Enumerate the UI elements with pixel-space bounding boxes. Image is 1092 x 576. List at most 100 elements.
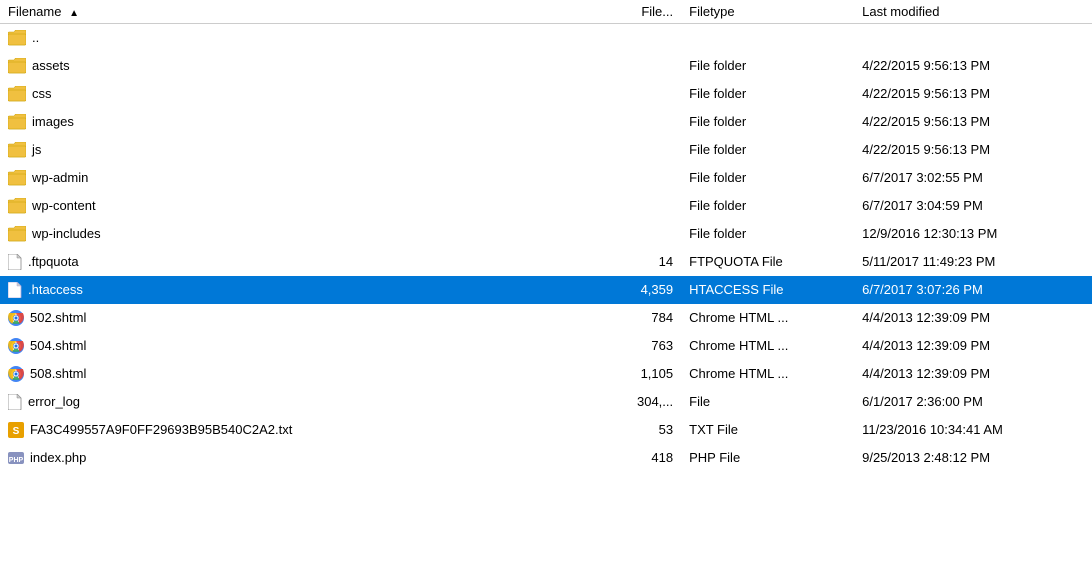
file-modified-cell: 5/11/2017 11:49:23 PM <box>854 248 1092 276</box>
file-type-cell: File folder <box>681 52 854 80</box>
col-header-size[interactable]: File... <box>605 0 681 24</box>
file-type-cell <box>681 24 854 52</box>
file-size-cell <box>605 52 681 80</box>
file-size-cell <box>605 192 681 220</box>
folder-icon <box>8 226 26 242</box>
table-row[interactable]: .. <box>0 24 1092 52</box>
folder-icon <box>8 142 26 158</box>
file-name-cell: css <box>0 80 605 108</box>
file-size-cell <box>605 24 681 52</box>
file-size-cell <box>605 108 681 136</box>
table-row[interactable]: js File folder4/22/2015 9:56:13 PM <box>0 136 1092 164</box>
htaccess-icon <box>8 282 22 298</box>
file-name-cell: .. <box>0 24 605 52</box>
file-modified-cell: 4/4/2013 12:39:09 PM <box>854 332 1092 360</box>
folder-icon <box>8 170 26 186</box>
table-row[interactable]: 502.shtml784Chrome HTML ...4/4/2013 12:3… <box>0 304 1092 332</box>
table-row[interactable]: 504.shtml 763Chrome HTML ...4/4/2013 12:3… <box>0 332 1092 360</box>
file-name-text: wp-includes <box>32 226 101 241</box>
file-modified-cell <box>854 24 1092 52</box>
file-modified-cell: 4/22/2015 9:56:13 PM <box>854 108 1092 136</box>
file-size-cell: 304,... <box>605 388 681 416</box>
file-name-text: 504.shtml <box>30 338 86 353</box>
file-name-text: .ftpquota <box>28 254 79 269</box>
file-name-text: css <box>32 86 52 101</box>
file-type-cell: File folder <box>681 108 854 136</box>
table-row[interactable]: PHP index.php418PHP File9/25/2013 2:48:1… <box>0 444 1092 472</box>
file-name-cell: images <box>0 108 605 136</box>
file-name-text: error_log <box>28 394 80 409</box>
file-name-cell: js <box>0 136 605 164</box>
table-row[interactable]: wp-includes File folder12/9/2016 12:30:13… <box>0 220 1092 248</box>
file-modified-cell: 6/1/2017 2:36:00 PM <box>854 388 1092 416</box>
file-name-text: 508.shtml <box>30 366 86 381</box>
chrome-icon <box>8 366 24 382</box>
file-list[interactable]: Filename ▲ File... Filetype Last modifie… <box>0 0 1092 576</box>
file-type-cell: PHP File <box>681 444 854 472</box>
file-type-cell: Chrome HTML ... <box>681 360 854 388</box>
file-size-cell: 14 <box>605 248 681 276</box>
file-type-cell: File <box>681 388 854 416</box>
file-icon <box>8 394 22 410</box>
file-modified-cell: 6/7/2017 3:07:26 PM <box>854 276 1092 304</box>
file-size-cell: 53 <box>605 416 681 444</box>
file-name-cell: 504.shtml <box>0 332 605 360</box>
file-type-cell: File folder <box>681 80 854 108</box>
table-row[interactable]: .htaccess4,359HTACCESS File6/7/2017 3:07… <box>0 276 1092 304</box>
table-row[interactable]: S FA3C499557A9F0FF29693B95B540C2A2.txt53… <box>0 416 1092 444</box>
file-name-cell: S FA3C499557A9F0FF29693B95B540C2A2.txt <box>0 416 605 444</box>
folder-icon <box>8 86 26 102</box>
file-modified-cell: 4/22/2015 9:56:13 PM <box>854 52 1092 80</box>
file-name-cell: wp-content <box>0 192 605 220</box>
col-header-filetype[interactable]: Filetype <box>681 0 854 24</box>
table-row[interactable]: wp-contentFile folder6/7/2017 3:04:59 PM <box>0 192 1092 220</box>
file-type-cell: File folder <box>681 164 854 192</box>
col-header-modified[interactable]: Last modified <box>854 0 1092 24</box>
file-name-text: .htaccess <box>28 282 83 297</box>
col-header-filename[interactable]: Filename ▲ <box>0 0 605 24</box>
folder-icon <box>8 58 26 74</box>
s-file-icon: S <box>8 422 24 438</box>
sort-arrow-icon: ▲ <box>69 8 79 19</box>
table-row[interactable]: cssFile folder4/22/2015 9:56:13 PM <box>0 80 1092 108</box>
table-row[interactable]: wp-adminFile folder6/7/2017 3:02:55 PM <box>0 164 1092 192</box>
folder-icon <box>8 198 26 214</box>
file-name-cell: wp-admin <box>0 164 605 192</box>
file-size-cell: 763 <box>605 332 681 360</box>
file-type-cell: File folder <box>681 220 854 248</box>
php-icon: PHP <box>8 450 24 466</box>
file-name-cell: error_log <box>0 388 605 416</box>
file-type-cell: Chrome HTML ... <box>681 304 854 332</box>
file-modified-cell: 6/7/2017 3:04:59 PM <box>854 192 1092 220</box>
file-name-text: images <box>32 114 74 129</box>
file-type-cell: TXT File <box>681 416 854 444</box>
file-size-cell <box>605 80 681 108</box>
table-row[interactable]: .ftpquota 14FTPQUOTA File5/11/2017 11:49:… <box>0 248 1092 276</box>
table-row[interactable]: 508.shtml1,105Chrome HTML ...4/4/2013 12… <box>0 360 1092 388</box>
file-name-cell: .ftpquota <box>0 248 605 276</box>
table-header: Filename ▲ File... Filetype Last modifie… <box>0 0 1092 24</box>
file-type-cell: File folder <box>681 136 854 164</box>
table-row[interactable]: images File folder4/22/2015 9:56:13 PM <box>0 108 1092 136</box>
table-row[interactable]: assets File folder4/22/2015 9:56:13 PM <box>0 52 1092 80</box>
file-size-cell <box>605 220 681 248</box>
file-size-cell <box>605 136 681 164</box>
file-size-cell: 784 <box>605 304 681 332</box>
file-name-cell: wp-includes <box>0 220 605 248</box>
file-size-cell: 418 <box>605 444 681 472</box>
folder-icon <box>8 114 26 130</box>
file-modified-cell: 9/25/2013 2:48:12 PM <box>854 444 1092 472</box>
file-name-text: index.php <box>30 450 86 465</box>
file-size-cell: 4,359 <box>605 276 681 304</box>
file-size-cell: 1,105 <box>605 360 681 388</box>
chrome-icon <box>8 310 24 326</box>
file-name-cell: PHP index.php <box>0 444 605 472</box>
file-name-text: wp-admin <box>32 170 88 185</box>
file-name-text: assets <box>32 58 70 73</box>
file-type-cell: Chrome HTML ... <box>681 332 854 360</box>
svg-text:PHP: PHP <box>9 457 24 464</box>
file-modified-cell: 12/9/2016 12:30:13 PM <box>854 220 1092 248</box>
file-modified-cell: 4/22/2015 9:56:13 PM <box>854 136 1092 164</box>
table-row[interactable]: error_log 304,...File6/1/2017 2:36:00 PM <box>0 388 1092 416</box>
file-type-cell: FTPQUOTA File <box>681 248 854 276</box>
